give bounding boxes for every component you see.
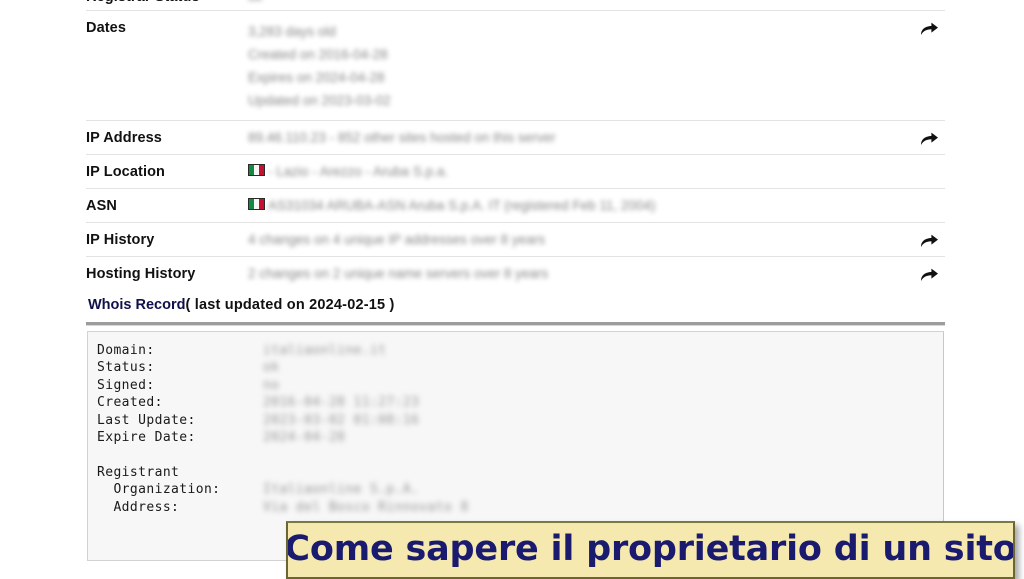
record-value: 2016-04-28 11:27:23 — [263, 395, 420, 411]
record-key: Registrant — [97, 464, 180, 480]
row-value: ok — [248, 0, 945, 5]
record-line: Status: ok — [97, 359, 943, 376]
record-line: Organization: Italiaonline S.p.A. — [97, 481, 943, 498]
row-value-text: AS31034 ARUBA-ASN Aruba S.p.A. IT (regis… — [268, 198, 656, 213]
row-label: Hosting History — [86, 266, 196, 282]
record-key: Expire Date: — [97, 429, 196, 445]
row-label: IP Address — [86, 130, 162, 146]
row-label: ASN — [86, 198, 117, 214]
whois-record-content: Domain: italiaonline.it Status: ok Signe… — [88, 332, 943, 516]
table-row: Registrar Status ok — [86, 0, 945, 10]
subtitle-text: Come sapere il proprietario di un sito — [286, 529, 1015, 569]
record-line: Last Update: 2023-03-02 01:08:16 — [97, 412, 943, 429]
record-key: Domain: — [97, 343, 155, 358]
subtitle-banner: Come sapere il proprietario di un sito — [286, 521, 1015, 579]
share-arrow-icon[interactable] — [919, 130, 939, 148]
record-line: Signed: no — [97, 377, 943, 394]
record-line: Created: 2016-04-28 11:27:23 — [97, 394, 943, 411]
whois-record-title: Whois Record — [88, 297, 186, 313]
italy-flag-icon — [248, 164, 265, 176]
record-value: italiaonline.it — [263, 343, 387, 358]
row-label: IP Location — [86, 164, 165, 180]
row-label: IP History — [86, 232, 155, 248]
record-value: ok — [263, 360, 280, 376]
record-key: Address: — [97, 499, 180, 515]
record-value: 2023-03-02 01:08:16 — [263, 412, 420, 428]
table-row: IP Location - Lazio - Arezzo - Aruba S.p… — [86, 154, 945, 188]
whois-record-heading: Whois Record( last updated on 2024-02-15… — [88, 296, 395, 314]
whois-summary-table: Registrar Status ok Dates 3,283 days old… — [86, 0, 945, 290]
record-key: Created: — [97, 395, 163, 411]
record-line: Domain: italiaonline.it — [97, 342, 943, 359]
table-row: ASN AS31034 ARUBA-ASN Aruba S.p.A. IT (r… — [86, 188, 945, 222]
section-divider — [86, 322, 945, 326]
whois-record-updated: ( last updated on 2024-02-15 ) — [185, 297, 395, 313]
record-blank-line — [97, 446, 943, 463]
row-value: 3,283 days old Created on 2016-04-28 Exp… — [248, 24, 391, 108]
record-value: 2024-04-28 — [263, 429, 346, 445]
share-arrow-icon[interactable] — [919, 266, 939, 284]
record-key: Last Update: — [97, 412, 196, 428]
italy-flag-icon — [248, 198, 265, 210]
record-line: Registrant — [97, 464, 943, 481]
row-value: 2 changes on 2 unique name servers over … — [248, 266, 549, 281]
row-value: 4 changes on 4 unique IP addresses over … — [248, 232, 545, 247]
record-key: Signed: — [97, 377, 155, 393]
row-value: 89.46.110.23 - 852 other sites hosted on… — [248, 130, 556, 145]
record-value: Via del Bosco Rinnovato 8 — [263, 499, 469, 515]
record-key: Organization: — [97, 482, 221, 498]
table-row: IP Address 89.46.110.23 - 852 other site… — [86, 120, 945, 154]
table-row: Dates 3,283 days old Created on 2016-04-… — [86, 10, 945, 120]
table-row: IP History 4 changes on 4 unique IP addr… — [86, 222, 945, 256]
row-value: AS31034 ARUBA-ASN Aruba S.p.A. IT (regis… — [248, 189, 945, 214]
record-value — [263, 464, 943, 481]
record-key: Status: — [97, 360, 155, 376]
record-value: no — [263, 377, 280, 393]
row-label: Registrar Status — [86, 0, 248, 5]
record-line: Expire Date: 2024-04-28 — [97, 429, 943, 446]
row-value-text: - Lazio - Arezzo - Aruba S.p.a. — [268, 164, 449, 179]
share-arrow-icon[interactable] — [919, 232, 939, 250]
table-row: Hosting History 2 changes on 2 unique na… — [86, 256, 945, 290]
record-value: Italiaonline S.p.A. — [263, 482, 420, 498]
record-line: Address: Via del Bosco Rinnovato 8 — [97, 499, 943, 516]
row-label: Dates — [86, 20, 126, 36]
whois-lookup-page: Registrar Status ok Dates 3,283 days old… — [0, 0, 1024, 579]
share-arrow-icon[interactable] — [919, 20, 939, 38]
row-value: - Lazio - Arezzo - Aruba S.p.a. — [248, 155, 945, 180]
